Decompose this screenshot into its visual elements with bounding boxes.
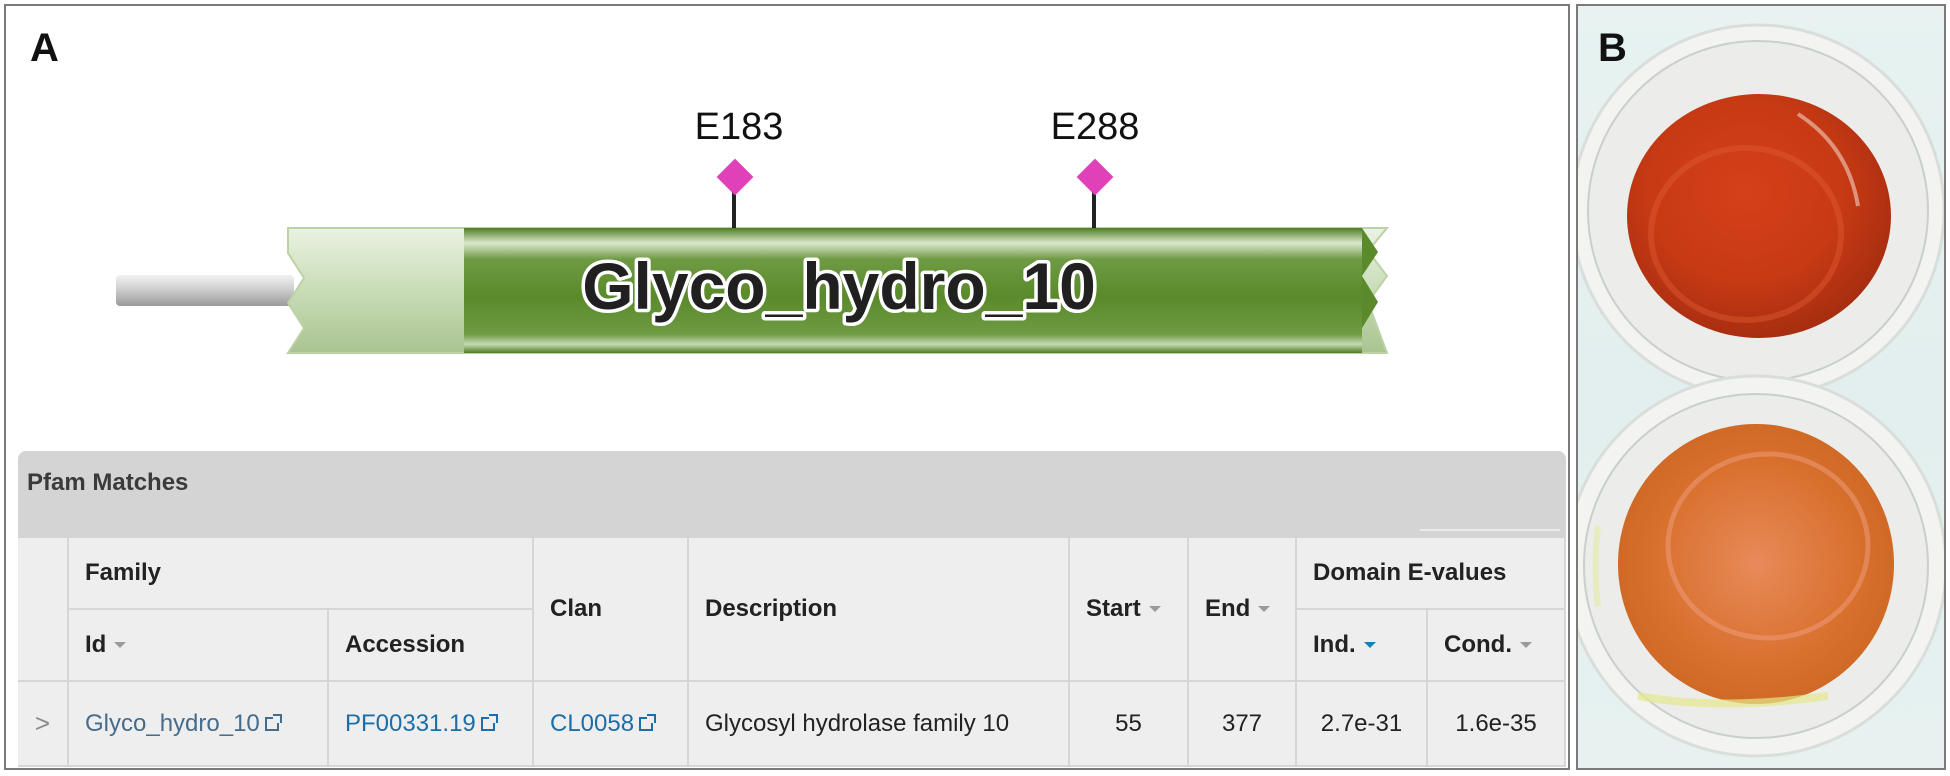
site-marker-e183 [716,158,754,196]
domain-architecture-graphic: E183 E288 Glyco_hydro_10 [116,106,1390,354]
pfam-matches-section: Pfam Matches Family Clan Description Sta… [18,451,1566,767]
external-link-icon [264,714,282,732]
clan-header: Clan [534,538,689,682]
id-column-header[interactable]: Id [69,610,329,682]
family-header: Family [69,538,534,610]
sort-caret-icon [1258,606,1271,612]
sort-caret-icon [1519,642,1532,648]
end-cell: 377 [1189,682,1297,767]
id-cell: Glyco_hydro_10 [69,682,329,767]
clan-link[interactable]: CL0058 [550,709,657,738]
id-header-label: Id [85,631,107,658]
external-link-icon [639,714,657,732]
pfam-id-link[interactable]: Glyco_hydro_10 [85,709,282,738]
bottom-well-liquid [1618,424,1894,704]
clan-text: CL0058 [550,709,635,737]
top-well-liquid [1627,94,1891,338]
sequence-stem [116,275,294,306]
accession-link[interactable]: PF00331.19 [345,709,498,738]
panel-b-label: B [1598,26,1627,70]
cond-evalue-cell: 1.6e-35 [1428,682,1566,767]
cond-column-header[interactable]: Cond. [1428,610,1566,682]
site-marker-e288 [1076,158,1114,196]
ind-header-label: Ind. [1313,631,1356,658]
site-label-e288: E288 [1051,106,1140,148]
accession-header: Accession [329,610,534,682]
ind-column-header[interactable]: Ind. [1297,610,1428,682]
ind-evalue-cell: 2.7e-31 [1297,682,1428,767]
end-header-label: End [1205,595,1251,622]
section-title: Pfam Matches [27,469,189,496]
accession-cell: PF00331.19 [329,682,534,767]
site-label-e183: E183 [695,106,784,148]
start-column-header[interactable]: Start [1070,538,1189,682]
panel-a: A E183 E288 Glyco_hydro_10 Pfam Matches … [4,4,1570,770]
clan-cell: CL0058 [534,682,689,767]
domain-evalues-header: Domain E-values [1297,538,1566,610]
start-header-label: Start [1086,595,1141,622]
start-cell: 55 [1070,682,1189,767]
external-link-icon [480,714,498,732]
pfam-id-text: Glyco_hydro_10 [85,709,260,737]
description-cell: Glycosyl hydrolase family 10 [689,682,1070,767]
cond-header-label: Cond. [1444,631,1512,658]
end-column-header[interactable]: End [1189,538,1297,682]
domain-name-label: Glyco_hydro_10 [582,249,1096,323]
toggle-header-cell [18,538,69,682]
sort-caret-icon [114,642,127,648]
description-header: Description [689,538,1070,682]
panel-b: B [1576,4,1946,770]
sort-caret-active-icon [1363,642,1376,648]
divider [1420,529,1560,531]
well-plate-photo [1578,23,1944,758]
sort-caret-icon [1148,606,1161,612]
row-expand-toggle[interactable]: > [18,682,69,767]
pfam-table: Family Clan Description Start End Domain… [18,538,1566,767]
accession-text: PF00331.19 [345,709,476,737]
